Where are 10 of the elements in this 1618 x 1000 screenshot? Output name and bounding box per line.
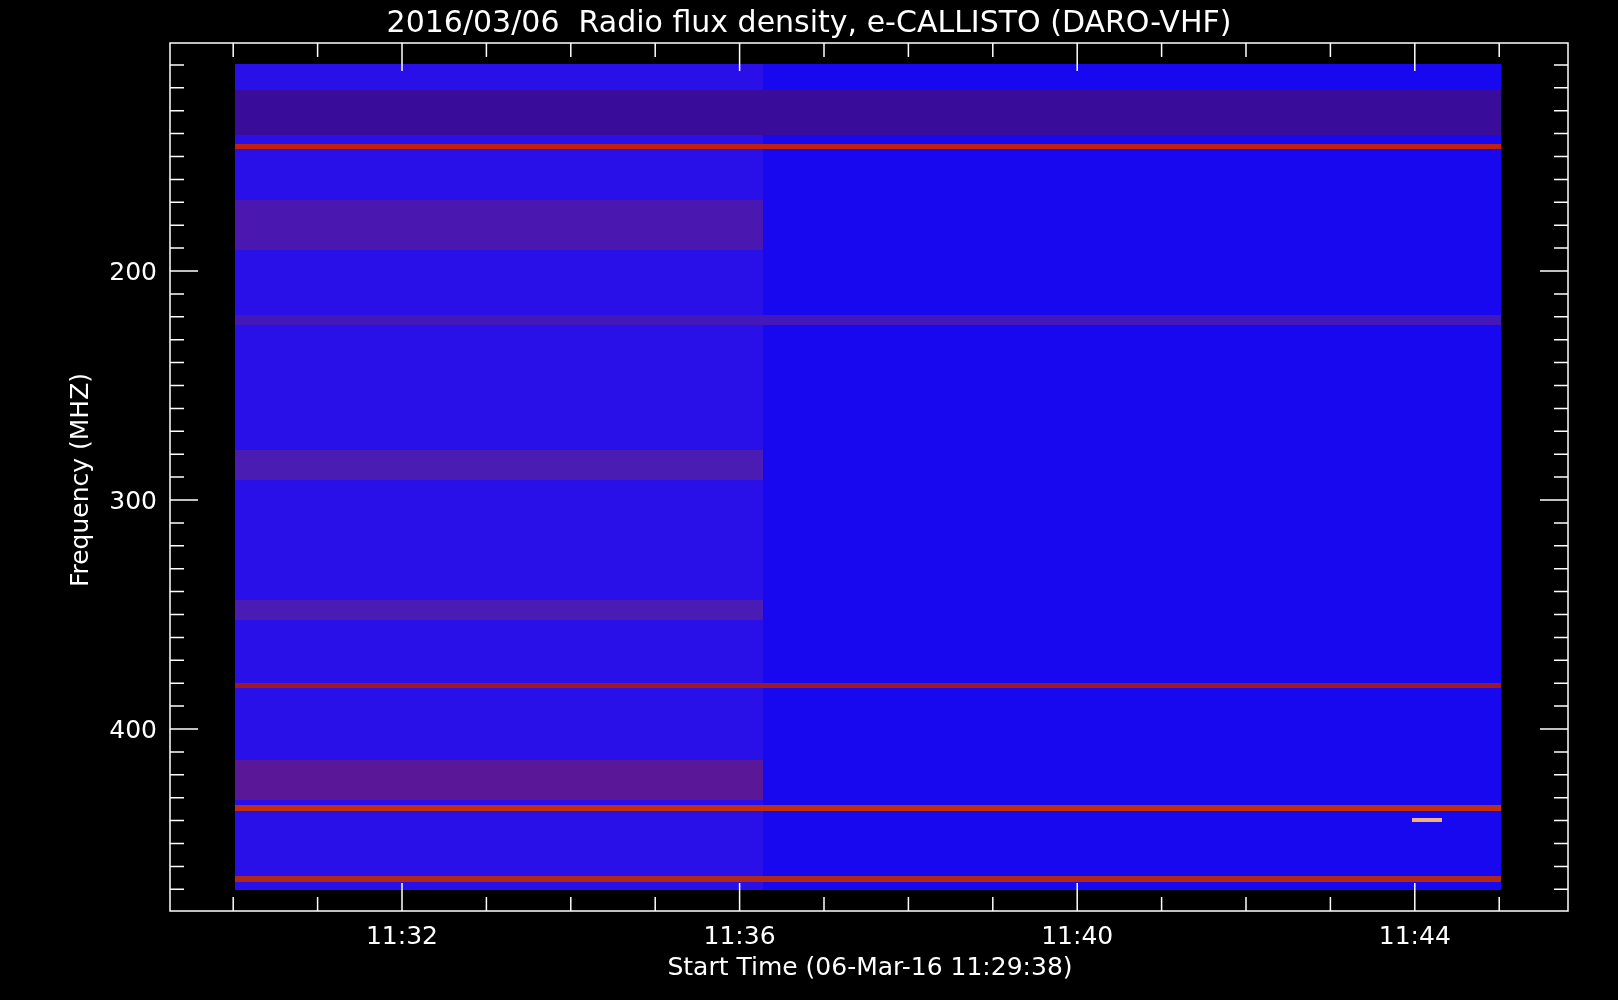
axis-tick-label: 11:32: [366, 921, 438, 950]
axis-tick-label: 11:44: [1378, 921, 1451, 950]
axis-tick-label: 300: [109, 486, 157, 515]
axis-tick-label: 11:40: [1041, 921, 1114, 950]
axis-tick-label: 200: [109, 257, 157, 286]
chart-title: 2016/03/06 Radio flux density, e-CALLISTO (DARO-VHF): [386, 4, 1232, 39]
axis-title: Start Time (06-Mar-16 11:29:38): [667, 952, 1073, 981]
axis-tick-label: 11:36: [703, 921, 776, 950]
axis-title: Frequency (MHZ): [65, 372, 94, 588]
axis-tick-label: 400: [109, 715, 157, 744]
